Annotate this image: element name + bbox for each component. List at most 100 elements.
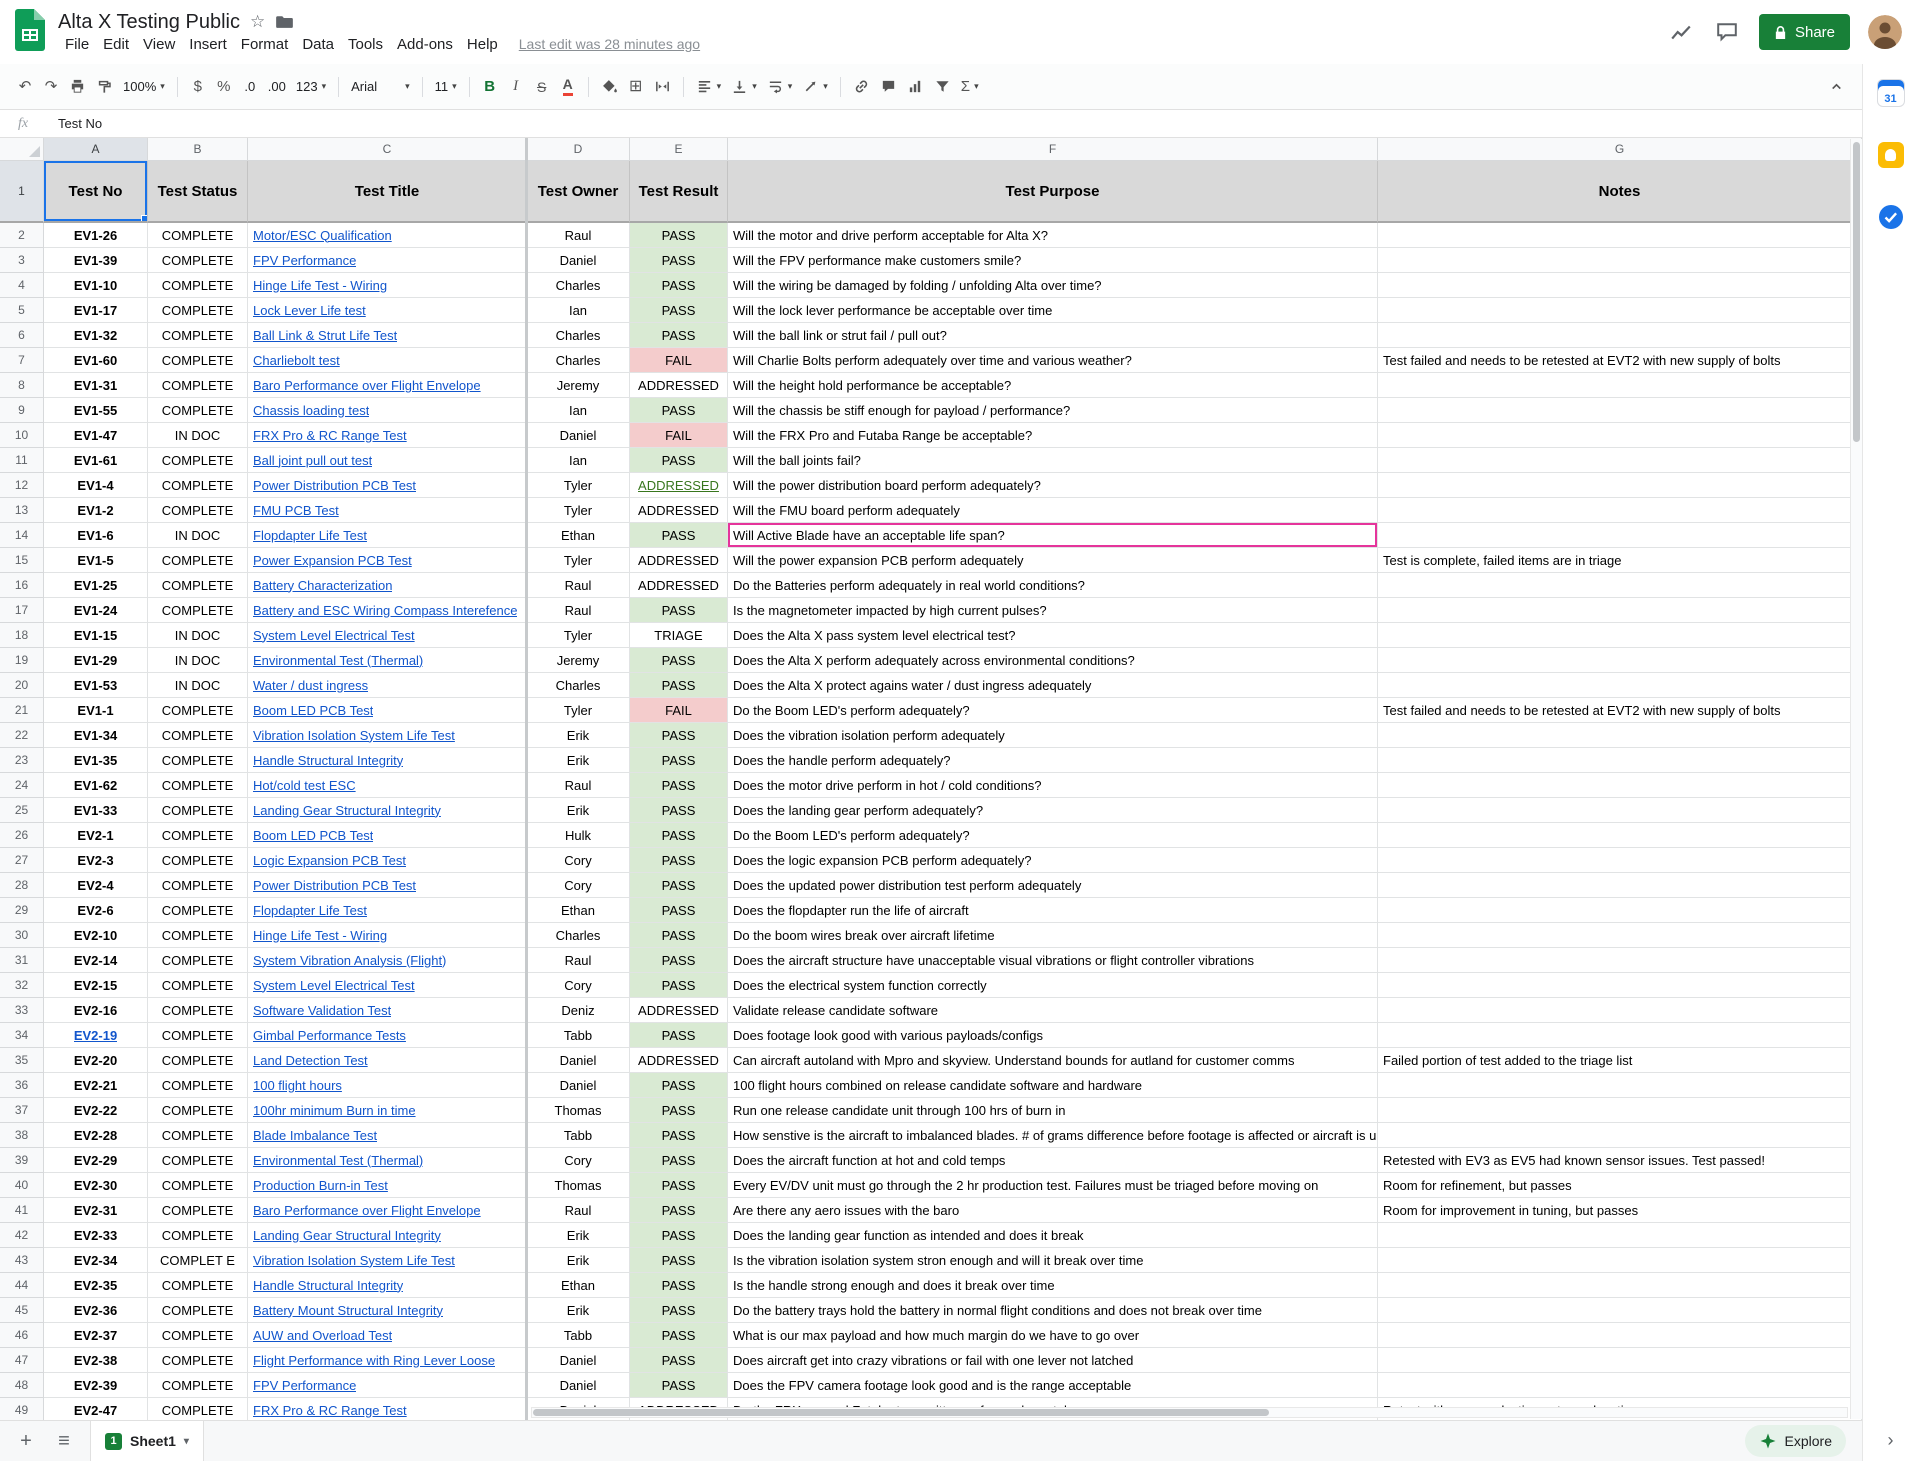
format-percent-button[interactable]: % [211, 72, 237, 102]
cell-A40[interactable]: EV2-30 [44, 1173, 148, 1198]
move-folder-icon[interactable] [275, 14, 294, 30]
cell-A13[interactable]: EV1-2 [44, 498, 148, 523]
cell-A20[interactable]: EV1-53 [44, 673, 148, 698]
cell-G12[interactable] [1378, 473, 1862, 498]
print-button[interactable] [64, 72, 91, 102]
cell-F43[interactable]: Is the vibration isolation system stron … [728, 1248, 1378, 1273]
cell-C26[interactable]: Boom LED PCB Test [248, 823, 527, 848]
test-title-link[interactable]: Chassis loading test [253, 403, 369, 418]
row-header-49[interactable]: 49 [0, 1398, 44, 1420]
cell-E6[interactable]: PASS [630, 323, 728, 348]
cell-D9[interactable]: Ian [527, 398, 630, 423]
cell-C12[interactable]: Power Distribution PCB Test [248, 473, 527, 498]
test-title-link[interactable]: Water / dust ingress [253, 678, 368, 693]
star-icon[interactable]: ☆ [250, 12, 265, 32]
cell-C38[interactable]: Blade Imbalance Test [248, 1123, 527, 1148]
cell-C7[interactable]: Charliebolt test [248, 348, 527, 373]
cell-F42[interactable]: Does the landing gear function as intend… [728, 1223, 1378, 1248]
cell-B26[interactable]: COMPLETE [148, 823, 248, 848]
cell-G1[interactable]: Notes [1378, 161, 1862, 223]
vertical-scrollbar[interactable] [1850, 139, 1862, 1419]
row-header-23[interactable]: 23 [0, 748, 44, 773]
add-sheet-button[interactable]: + [8, 1423, 44, 1459]
cell-E27[interactable]: PASS [630, 848, 728, 873]
cell-G15[interactable]: Test is complete, failed items are in tr… [1378, 548, 1862, 573]
decrease-decimals-button[interactable]: .0 [237, 72, 263, 102]
cell-B13[interactable]: COMPLETE [148, 498, 248, 523]
cell-G39[interactable]: Retested with EV3 as EV5 had known senso… [1378, 1148, 1862, 1173]
cell-C20[interactable]: Water / dust ingress [248, 673, 527, 698]
avatar[interactable] [1868, 15, 1902, 49]
cell-E9[interactable]: PASS [630, 398, 728, 423]
text-color-button[interactable]: A [555, 72, 581, 102]
cell-D15[interactable]: Tyler [527, 548, 630, 573]
cell-D19[interactable]: Jeremy [527, 648, 630, 673]
cell-F45[interactable]: Do the battery trays hold the battery in… [728, 1298, 1378, 1323]
cell-C6[interactable]: Ball Link & Strut Life Test [248, 323, 527, 348]
cell-D27[interactable]: Cory [527, 848, 630, 873]
tasks-icon[interactable] [1878, 204, 1904, 230]
menu-view[interactable]: View [136, 35, 182, 54]
test-title-link[interactable]: Power Expansion PCB Test [253, 553, 412, 568]
row-header-40[interactable]: 40 [0, 1173, 44, 1198]
test-title-link[interactable]: Gimbal Performance Tests [253, 1028, 406, 1043]
cell-F6[interactable]: Will the ball link or strut fail / pull … [728, 323, 1378, 348]
calendar-icon[interactable]: 31 [1878, 80, 1904, 106]
cell-E21[interactable]: FAIL [630, 698, 728, 723]
cell-E39[interactable]: PASS [630, 1148, 728, 1173]
column-header-C[interactable]: C [248, 138, 527, 161]
cell-C3[interactable]: FPV Performance [248, 248, 527, 273]
undo-button[interactable]: ↶ [12, 72, 38, 102]
menu-edit[interactable]: Edit [96, 35, 136, 54]
cell-B31[interactable]: COMPLETE [148, 948, 248, 973]
cell-D20[interactable]: Charles [527, 673, 630, 698]
row-header-41[interactable]: 41 [0, 1198, 44, 1223]
row-header-12[interactable]: 12 [0, 473, 44, 498]
test-no-link[interactable]: EV2-19 [74, 1028, 117, 1043]
menu-data[interactable]: Data [295, 35, 341, 54]
row-header-20[interactable]: 20 [0, 673, 44, 698]
cell-E46[interactable]: PASS [630, 1323, 728, 1348]
cell-B35[interactable]: COMPLETE [148, 1048, 248, 1073]
cell-F20[interactable]: Does the Alta X protect agains water / d… [728, 673, 1378, 698]
row-header-45[interactable]: 45 [0, 1298, 44, 1323]
cell-C9[interactable]: Chassis loading test [248, 398, 527, 423]
all-sheets-button[interactable]: ≡ [46, 1423, 82, 1459]
cell-B39[interactable]: COMPLETE [148, 1148, 248, 1173]
cell-F34[interactable]: Does footage look good with various payl… [728, 1023, 1378, 1048]
cell-A19[interactable]: EV1-29 [44, 648, 148, 673]
cell-E20[interactable]: PASS [630, 673, 728, 698]
fill-color-button[interactable] [596, 72, 623, 102]
cell-F19[interactable]: Does the Alta X perform adequately acros… [728, 648, 1378, 673]
cell-F18[interactable]: Does the Alta X pass system level electr… [728, 623, 1378, 648]
cell-F31[interactable]: Does the aircraft structure have unaccep… [728, 948, 1378, 973]
cell-C30[interactable]: Hinge Life Test - Wiring [248, 923, 527, 948]
cell-A26[interactable]: EV2-1 [44, 823, 148, 848]
cell-G4[interactable] [1378, 273, 1862, 298]
cell-E11[interactable]: PASS [630, 448, 728, 473]
cell-A9[interactable]: EV1-55 [44, 398, 148, 423]
cell-B32[interactable]: COMPLETE [148, 973, 248, 998]
cell-D21[interactable]: Tyler [527, 698, 630, 723]
cell-G28[interactable] [1378, 873, 1862, 898]
row-header-16[interactable]: 16 [0, 573, 44, 598]
cell-A44[interactable]: EV2-35 [44, 1273, 148, 1298]
cell-C24[interactable]: Hot/cold test ESC [248, 773, 527, 798]
row-header-2[interactable]: 2 [0, 223, 44, 248]
cell-G48[interactable] [1378, 1373, 1862, 1398]
cell-F41[interactable]: Are there any aero issues with the baro [728, 1198, 1378, 1223]
cell-G3[interactable] [1378, 248, 1862, 273]
cell-D33[interactable]: Deniz [527, 998, 630, 1023]
cell-C40[interactable]: Production Burn-in Test [248, 1173, 527, 1198]
filter-button[interactable] [929, 72, 956, 102]
vertical-scrollbar-thumb[interactable] [1853, 142, 1860, 442]
test-title-link[interactable]: Landing Gear Structural Integrity [253, 803, 441, 818]
test-title-link[interactable]: System Level Electrical Test [253, 628, 415, 643]
cell-E40[interactable]: PASS [630, 1173, 728, 1198]
cell-B49[interactable]: COMPLETE [148, 1398, 248, 1420]
cell-B47[interactable]: COMPLETE [148, 1348, 248, 1373]
cell-B41[interactable]: COMPLETE [148, 1198, 248, 1223]
cell-G44[interactable] [1378, 1273, 1862, 1298]
row-header-34[interactable]: 34 [0, 1023, 44, 1048]
cell-G13[interactable] [1378, 498, 1862, 523]
